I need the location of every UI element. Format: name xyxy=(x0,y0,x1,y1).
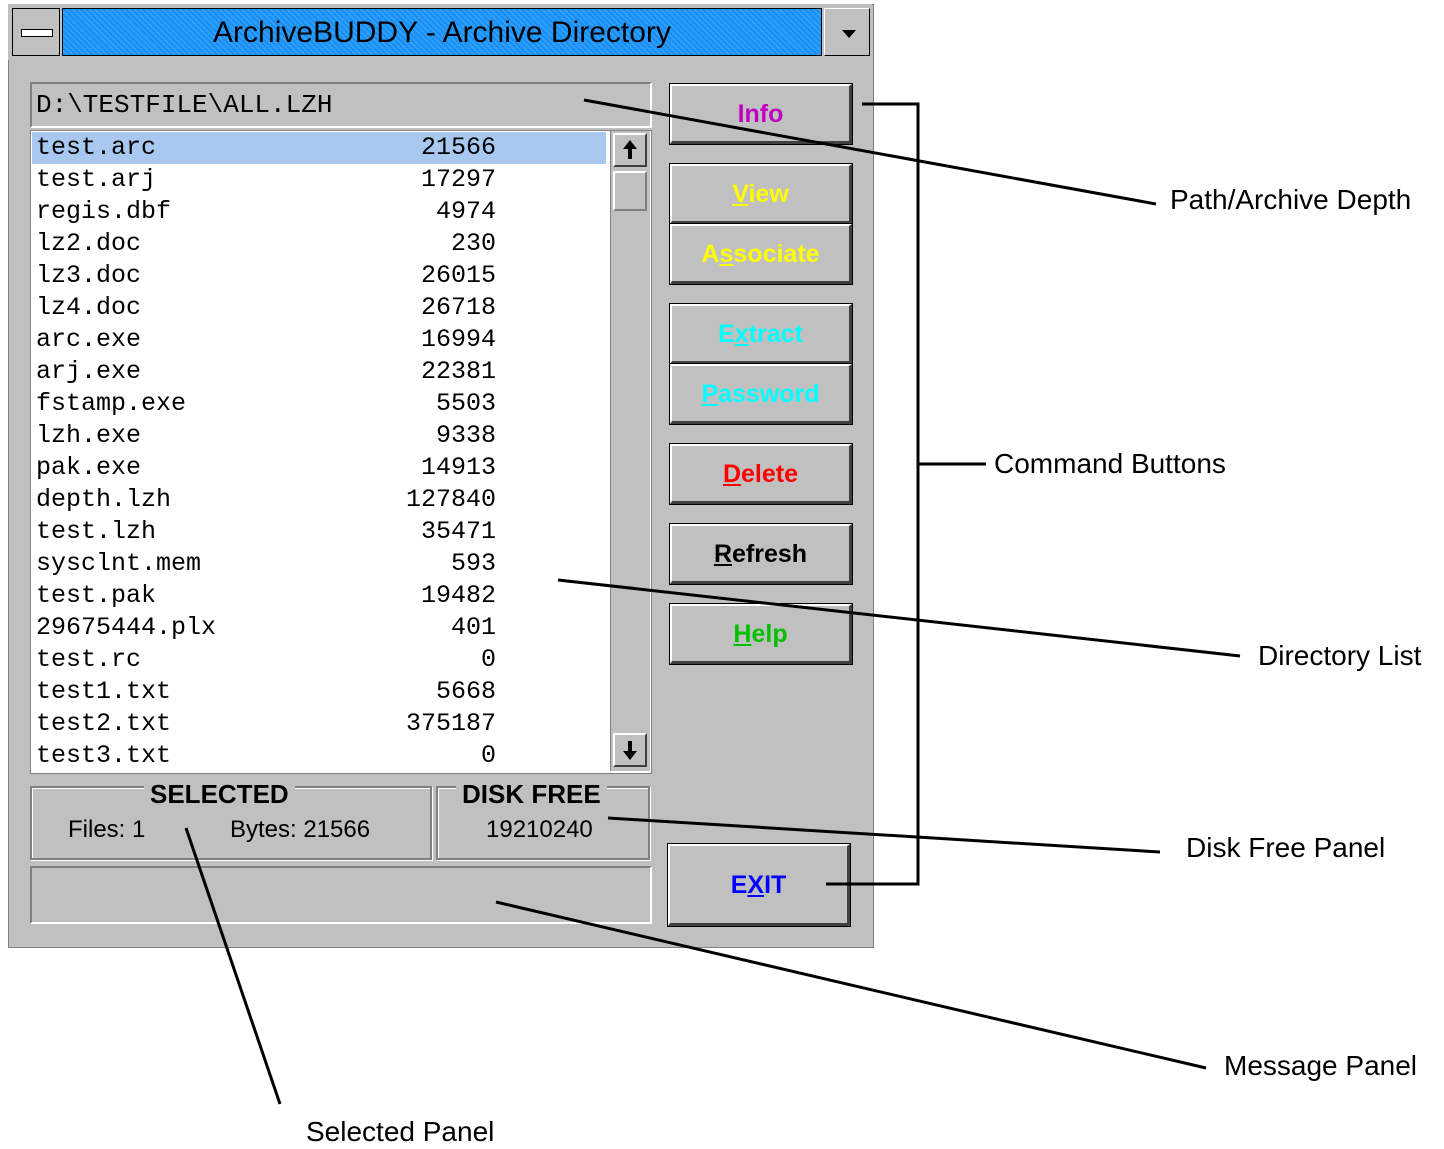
callout-lines xyxy=(184,98,1241,1105)
callout-commands: Command Buttons xyxy=(994,448,1226,479)
callout-path: Path/Archive Depth xyxy=(1170,184,1412,215)
callout-disk-free: Disk Free Panel xyxy=(1186,832,1386,863)
callout-selected: Selected Panel xyxy=(306,1116,495,1147)
callout-directory: Directory List xyxy=(1258,640,1422,671)
callout-message: Message Panel xyxy=(1224,1050,1418,1081)
